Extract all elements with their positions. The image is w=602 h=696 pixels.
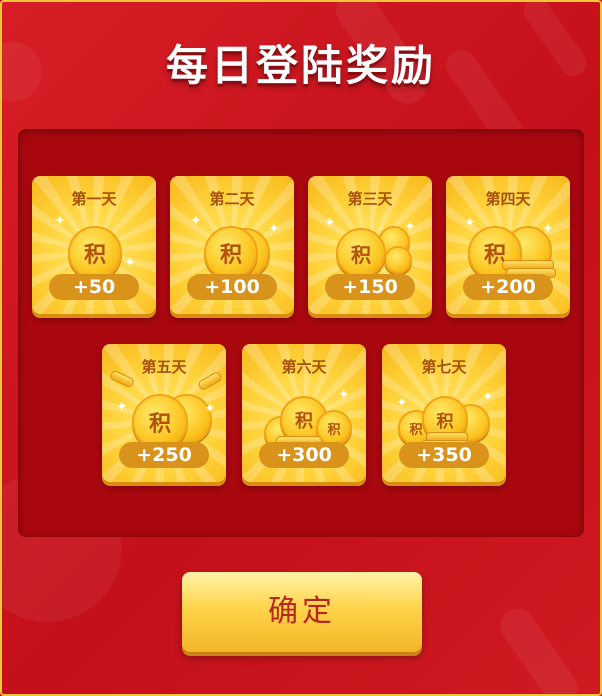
sparkle-icon: ✦ [404, 219, 416, 235]
sparkle-icon: ✦ [464, 215, 476, 231]
points-value: +300 [259, 442, 349, 468]
points-value: +250 [119, 442, 209, 468]
dialog-title: 每日登陆奖励 [165, 41, 436, 90]
day-label: 第二天 [209, 190, 255, 208]
sparkle-icon: ✦ [190, 213, 202, 229]
points-value: +50 [49, 274, 139, 300]
points-value: +350 [399, 442, 489, 468]
day-label: 第一天 [71, 190, 117, 208]
background-decoration [493, 602, 585, 694]
sparkle-icon: ✦ [54, 213, 66, 229]
reward-card-day-7: 第七天 积 积 ✦ ✦ +350 [382, 344, 506, 482]
sparkle-icon: ✦ [324, 215, 336, 231]
day-label: 第三天 [347, 190, 393, 208]
reward-card-day-5: 第五天 积 ✦ ✦ +250 [102, 344, 226, 482]
reward-card-day-4: 第四天 积 ✦ ✦ +200 [446, 176, 570, 314]
day-label: 第七天 [421, 358, 467, 376]
points-coin-icon [384, 246, 412, 274]
reward-card-day-3: 第三天 积 ✦ ✦ +150 [308, 176, 432, 314]
sparkle-icon: ✦ [482, 389, 494, 405]
points-value: +100 [187, 274, 277, 300]
points-value: +200 [463, 274, 553, 300]
sparkle-icon: ✦ [396, 395, 408, 411]
sparkle-icon: ✦ [338, 387, 350, 403]
reward-card-day-6: 第六天 积 积 ✦ +300 [242, 344, 366, 482]
points-coin-icon: 积 [204, 226, 258, 280]
sparkle-icon: ✦ [124, 255, 136, 271]
reward-card-day-1: 第一天 积 ✦ ✦ +50 [32, 176, 156, 314]
sparkle-icon: ✦ [268, 221, 280, 237]
daily-login-reward-dialog: 每日登陆奖励 第一天 积 ✦ ✦ +50 第二天 积 ✦ ✦ +100 第三天 … [0, 0, 602, 696]
day-label: 第四天 [485, 190, 531, 208]
points-coin-icon: 积 [68, 226, 122, 280]
reward-card-day-2: 第二天 积 ✦ ✦ +100 [170, 176, 294, 314]
points-coin-icon: 积 [336, 228, 386, 278]
confirm-button[interactable]: 确定 [182, 572, 422, 652]
sparkle-icon: ✦ [116, 399, 128, 415]
sparkle-icon: ✦ [542, 221, 554, 237]
sparkle-icon: ✦ [204, 401, 216, 417]
points-value: +150 [325, 274, 415, 300]
day-label: 第六天 [281, 358, 327, 376]
